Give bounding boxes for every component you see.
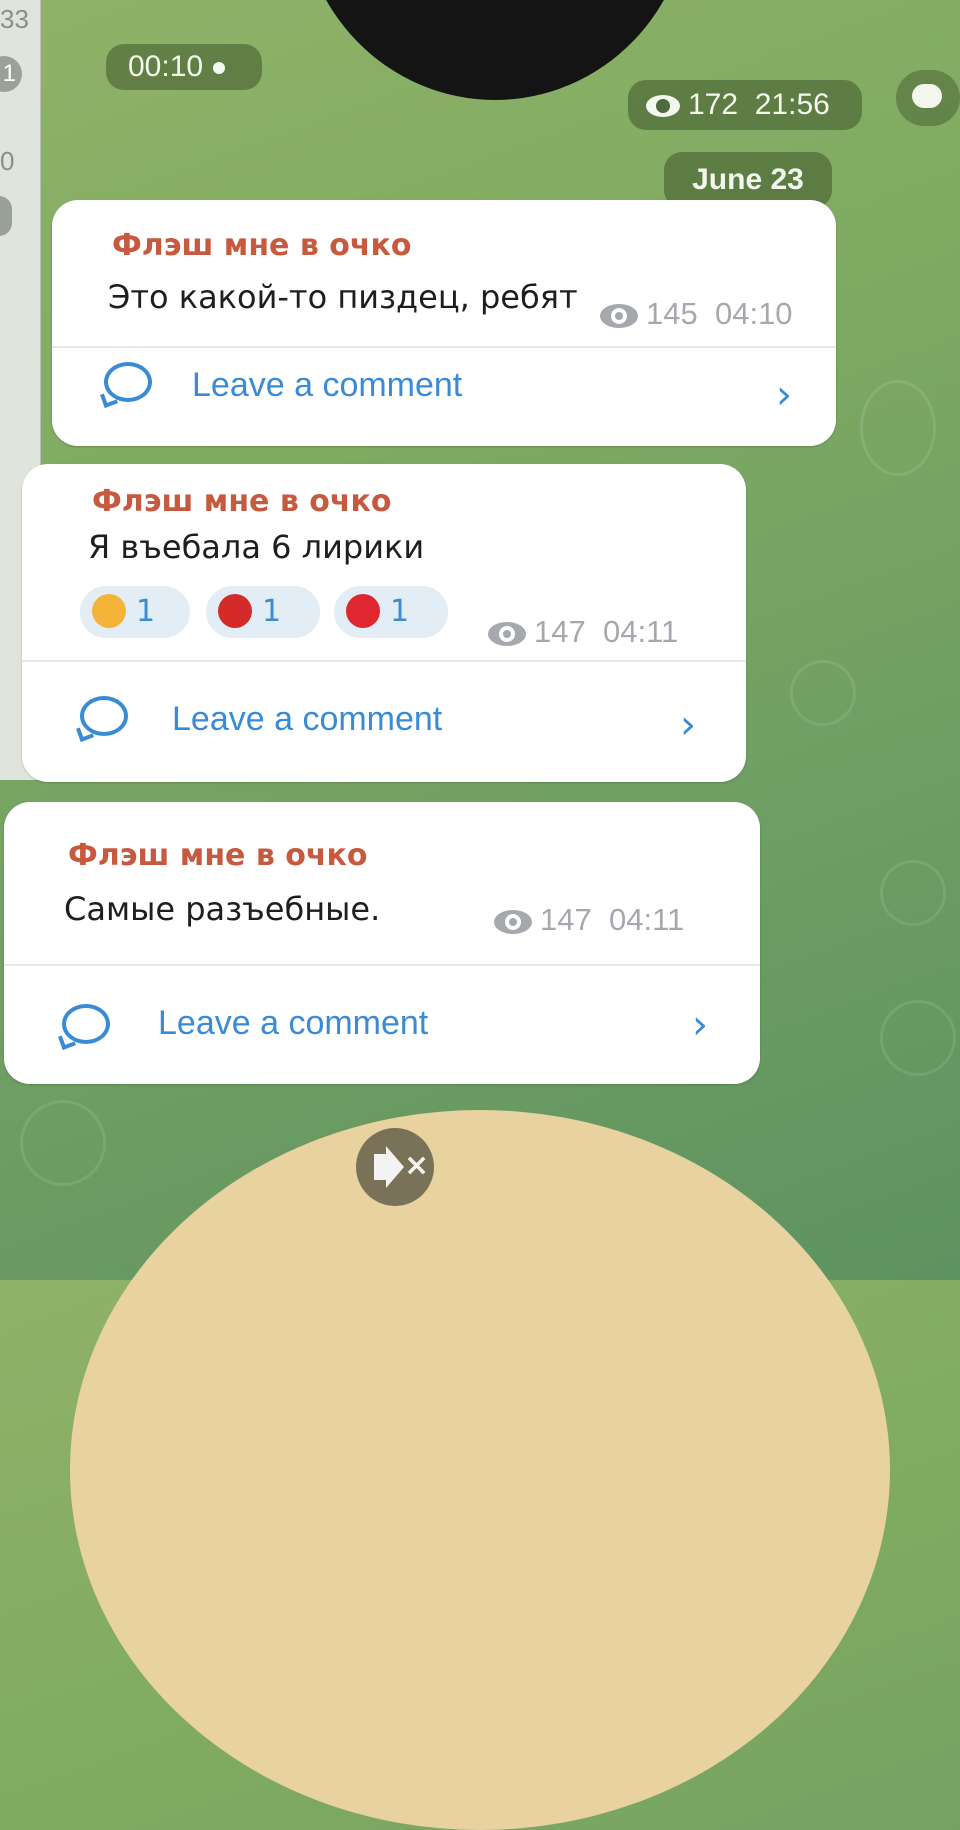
video-note[interactable] bbox=[70, 1110, 890, 1830]
views-count: 147 bbox=[534, 614, 586, 649]
leave-comment-button[interactable]: Leave a comment › bbox=[52, 348, 836, 446]
chevron-right-icon: › bbox=[776, 372, 792, 418]
reaction-count: 1 bbox=[390, 594, 410, 629]
comment-bubble-icon bbox=[80, 696, 128, 736]
post-time: 04:11 bbox=[602, 614, 679, 649]
strawberry-icon bbox=[346, 593, 380, 628]
eye-icon bbox=[488, 621, 526, 646]
comment-bubble-icon bbox=[912, 84, 942, 108]
reaction-chip[interactable]: 1 bbox=[80, 586, 190, 638]
post-author: Флэш мне в очко bbox=[92, 484, 392, 519]
reaction-chip[interactable]: 1 bbox=[334, 586, 448, 638]
chevron-right-icon: › bbox=[692, 1002, 708, 1048]
views-count: 145 bbox=[646, 296, 698, 331]
eye-icon bbox=[600, 303, 638, 328]
post-meta: 145 04:10 bbox=[600, 296, 793, 332]
message-time: 21:56 bbox=[754, 88, 830, 121]
unread-badge: 1 bbox=[0, 56, 22, 92]
reaction-count: 1 bbox=[262, 594, 282, 629]
views-count: 172 bbox=[688, 88, 739, 121]
chevron-right-icon: › bbox=[680, 702, 696, 748]
leave-comment-label: Leave a comment bbox=[158, 1004, 429, 1042]
comment-bubble-icon bbox=[62, 1004, 110, 1044]
chat-list-count: 0 bbox=[0, 146, 15, 176]
comments-button[interactable] bbox=[896, 70, 960, 126]
comment-bubble-icon bbox=[104, 362, 152, 402]
post-author: Флэш мне в очко bbox=[68, 838, 368, 873]
post-text: Самые разъебные. bbox=[64, 890, 381, 928]
heart-on-fire-icon bbox=[218, 593, 252, 628]
reaction-count: 1 bbox=[136, 594, 156, 629]
duration-text: 00:10 bbox=[128, 50, 204, 83]
chat-list-count: 33 bbox=[0, 4, 29, 34]
background-doodle bbox=[860, 380, 936, 476]
video-meta-badge: 172 21:56 bbox=[628, 80, 862, 130]
post-meta: 147 04:11 bbox=[488, 614, 678, 650]
channel-post[interactable]: Флэш мне в очко Самые разъебные. 147 04:… bbox=[4, 802, 760, 1084]
channel-post[interactable]: Флэш мне в очко Это какой-то пиздец, реб… bbox=[52, 200, 836, 446]
post-time: 04:11 bbox=[608, 902, 685, 937]
background-doodle bbox=[790, 660, 856, 726]
post-time: 04:10 bbox=[714, 296, 793, 331]
background-doodle bbox=[20, 1100, 106, 1186]
leave-comment-button[interactable]: Leave a comment › bbox=[22, 662, 746, 782]
eye-icon bbox=[494, 909, 532, 934]
recording-dot-icon bbox=[213, 62, 226, 75]
leave-comment-button[interactable]: Leave a comment › bbox=[4, 966, 760, 1084]
channel-post[interactable]: Флэш мне в очко Я въебала 6 лирики 1 1 1… bbox=[22, 464, 746, 782]
post-meta: 147 04:11 bbox=[494, 902, 684, 938]
post-author: Флэш мне в очко bbox=[112, 228, 412, 263]
leave-comment-label: Leave a comment bbox=[172, 700, 443, 738]
video-note[interactable] bbox=[300, 0, 690, 100]
post-text: Это какой-то пиздец, ребят bbox=[108, 278, 578, 316]
muted-speaker-icon bbox=[374, 1154, 388, 1180]
mute-x-icon: × bbox=[404, 1148, 430, 1183]
background-doodle bbox=[880, 1000, 956, 1076]
background-doodle bbox=[880, 860, 946, 926]
reaction-chip[interactable]: 1 bbox=[206, 586, 320, 638]
leave-comment-label: Leave a comment bbox=[192, 366, 463, 404]
video-duration-badge: 00:10 bbox=[106, 44, 262, 90]
eye-icon bbox=[646, 95, 680, 118]
mute-button[interactable]: × bbox=[356, 1128, 434, 1206]
views-count: 147 bbox=[540, 902, 592, 937]
unread-dot bbox=[0, 196, 12, 236]
smiling-face-with-hearts-icon bbox=[92, 593, 126, 628]
post-text: Я въебала 6 лирики bbox=[88, 528, 425, 566]
